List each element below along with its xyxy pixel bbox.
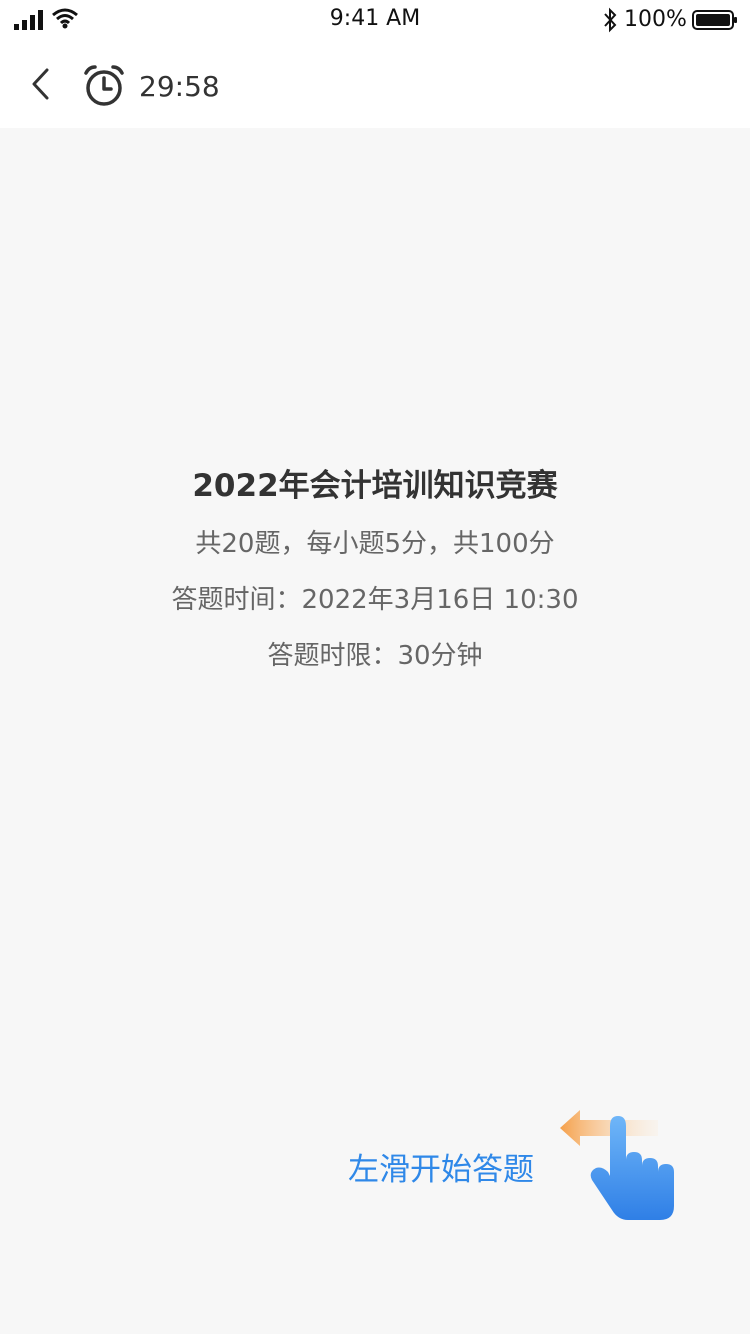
nav-bar: 29:58 — [0, 40, 750, 128]
swipe-label[interactable]: 左滑开始答题 — [348, 1144, 534, 1189]
status-bar: 9:41 AM 100% — [0, 0, 750, 40]
swipe-to-start[interactable]: 左滑开始答题 — [348, 1100, 678, 1230]
alarm-clock-icon — [84, 65, 124, 106]
swipe-left-hand-icon — [560, 1110, 674, 1220]
countdown-text: 29:58 — [139, 69, 220, 103]
quiz-time: 答题时间：2022年3月16日 10:30 — [171, 585, 579, 615]
quiz-summary: 共20题，每小题5分，共100分 — [195, 529, 555, 559]
bluetooth-icon — [604, 7, 617, 33]
top-bar: 9:41 AM 100% 29:58 — [0, 0, 750, 128]
quiz-info: 2022年会计培训知识竞赛 共20题，每小题5分，共100分 答题时间：2022… — [0, 456, 750, 684]
battery-percent: 100% — [624, 7, 687, 32]
back-button[interactable] — [20, 64, 60, 104]
countdown-timer: 29:58 — [82, 64, 220, 108]
quiz-title: 2022年会计培训知识竞赛 — [192, 468, 558, 504]
battery-icon — [692, 10, 737, 30]
quiz-limit: 答题时限：30分钟 — [267, 641, 483, 671]
chevron-left-icon — [32, 68, 49, 100]
